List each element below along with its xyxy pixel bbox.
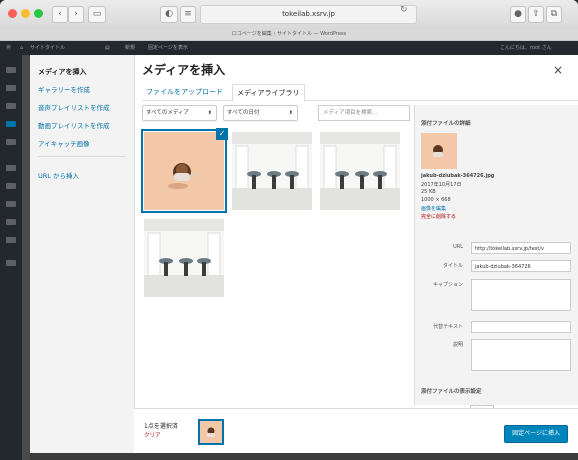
media-modal: メディアを挿入 ギャラリーを作成 音声プレイリストを作成 動画プレイリストを作成…	[30, 55, 578, 454]
zoom-window-icon[interactable]	[34, 9, 43, 18]
title-label: タイトル	[442, 263, 463, 269]
stools-image	[320, 132, 400, 210]
media-sidenav: メディアを挿入 ギャラリーを作成 音声プレイリストを作成 動画プレイリストを作成…	[30, 55, 135, 453]
forward-icon[interactable]: ›	[68, 6, 84, 23]
nav-heading-insert-media[interactable]: メディアを挿入	[38, 67, 87, 77]
appearance-icon[interactable]	[6, 165, 16, 171]
menu-icon[interactable]: ≡	[180, 6, 196, 23]
nav-create-gallery[interactable]: ギャラリーを作成	[38, 84, 90, 94]
clear-selection-link[interactable]: クリア	[144, 431, 161, 439]
details-dimensions: 1000 × 668	[421, 197, 451, 203]
browser-toolbar: ‹ › ▭ ◐ ≡ tokeilab.xsrv.jp ↻ ● ⇪ ⧉	[0, 0, 578, 30]
dashboard-icon[interactable]	[6, 67, 16, 73]
modal-title: メディアを挿入	[142, 63, 226, 77]
reload-icon[interactable]: ↻	[400, 5, 408, 15]
attachment-thumbnail-stools-1[interactable]	[232, 132, 312, 210]
media-search-input[interactable]: メディア項目を検索...	[318, 105, 410, 121]
home-icon[interactable]: ⌂	[20, 41, 23, 55]
posts-icon[interactable]	[6, 85, 16, 91]
wp-admin-bar: Ⓦ ⌂ サイトタイトル ▤ 新規 固定ページを表示 こんにちは、root さん	[0, 41, 578, 55]
address-bar[interactable]: tokeilab.xsrv.jp	[200, 5, 417, 24]
privacy-icon[interactable]: ◐	[160, 6, 178, 23]
comments-menu-icon[interactable]	[6, 139, 16, 145]
nav-divider	[38, 156, 126, 157]
edit-image-link[interactable]: 画像を編集	[421, 205, 446, 212]
pages-icon[interactable]	[6, 121, 16, 127]
admin-greeting[interactable]: こんにちは、root さん	[500, 41, 552, 55]
page-tab-title: ロコページを編集 ‹ サイトタイトル — WordPress	[0, 29, 578, 41]
selected-check-icon[interactable]: ✓	[216, 128, 228, 140]
url-label: URL	[453, 244, 463, 250]
tab-library[interactable]: メディアライブラリ	[232, 84, 305, 102]
users-icon[interactable]	[6, 201, 16, 207]
media-icon[interactable]	[6, 103, 16, 109]
delete-permanently-link[interactable]: 完全に削除する	[421, 213, 456, 220]
coffee-cup-image	[144, 132, 224, 210]
filter-date[interactable]: すべての日付 ⬍	[223, 105, 298, 121]
admin-new[interactable]: 新規	[125, 41, 135, 55]
chevron-down-icon: ⬍	[288, 110, 293, 116]
admin-site-name[interactable]: サイトタイトル	[30, 41, 65, 55]
comments-icon[interactable]: ▤	[105, 41, 110, 55]
stools-image	[144, 219, 224, 297]
collapse-menu-icon[interactable]	[6, 260, 16, 266]
editor-background	[30, 453, 578, 460]
details-thumbnail	[421, 133, 457, 169]
wp-admin-menu	[0, 55, 22, 460]
stools-image	[232, 132, 312, 210]
filter-media-type[interactable]: すべてのメディア ⬍	[142, 105, 217, 121]
filter-date-value: すべての日付	[227, 110, 260, 116]
attachment-details: 添付ファイルの詳細 jakub-dziubak-364726.jpg 2017年…	[414, 105, 578, 405]
browser-window: ‹ › ▭ ◐ ≡ tokeilab.xsrv.jp ↻ ● ⇪ ⧉ ロコページ…	[0, 0, 578, 460]
media-toolbar-footer: 1点を選択済 クリア 固定ページに挿入	[134, 408, 578, 454]
alt-text-field[interactable]	[471, 321, 571, 333]
close-icon[interactable]: ×	[553, 63, 563, 77]
alt-text-label: 代替テキスト	[433, 324, 463, 330]
insert-into-page-button[interactable]: 固定ページに挿入	[504, 425, 568, 443]
coffee-cup-image	[421, 133, 457, 169]
media-tabs: ファイルをアップロード メディアライブラリ	[142, 84, 578, 102]
details-heading: 添付ファイルの詳細	[421, 121, 471, 127]
display-settings-heading: 添付ファイルの表示設定	[421, 389, 482, 395]
caption-label: キャプション	[432, 282, 463, 288]
filter-media-type-value: すべてのメディア	[146, 110, 190, 116]
description-label: 説明	[452, 342, 463, 348]
sidebar-icon[interactable]: ▭	[88, 6, 106, 23]
attachment-thumbnail-coffee[interactable]	[141, 129, 227, 213]
tabs-icon[interactable]: ⧉	[546, 6, 562, 23]
selected-thumbnail[interactable]	[198, 419, 224, 445]
admin-view-page[interactable]: 固定ページを表示	[148, 41, 188, 55]
extension-icon[interactable]: ●	[510, 6, 526, 23]
back-icon[interactable]: ‹	[52, 6, 68, 23]
attachment-thumbnail-stools-2[interactable]	[320, 132, 400, 210]
description-field[interactable]	[471, 339, 571, 371]
settings-icon[interactable]	[6, 237, 16, 243]
details-date: 2017年10月17日	[421, 182, 462, 188]
minimize-window-icon[interactable]	[21, 9, 30, 18]
close-window-icon[interactable]	[8, 9, 17, 18]
nav-video-playlist[interactable]: 動画プレイリストを作成	[38, 120, 110, 130]
nav-insert-from-url[interactable]: URL から挿入	[38, 170, 79, 180]
tools-icon[interactable]	[6, 219, 16, 225]
chevron-down-icon: ⬍	[207, 110, 212, 116]
details-filename: jakub-dziubak-364726.jpg	[421, 173, 495, 179]
title-field[interactable]: jakub-dziubak-364726	[471, 260, 571, 272]
details-size: 25 KB	[421, 189, 436, 195]
selection-count: 1点を選択済	[144, 423, 178, 430]
url-field[interactable]: http://tokeilab.xsrv.jp/test/v	[471, 242, 571, 254]
coffee-cup-image	[200, 421, 222, 443]
share-icon[interactable]: ⇪	[528, 6, 544, 23]
tab-upload[interactable]: ファイルをアップロード	[142, 86, 227, 100]
attachment-thumbnail-stools-3[interactable]	[144, 219, 224, 297]
nav-audio-playlist[interactable]: 音声プレイリストを作成	[38, 102, 110, 112]
plugins-icon[interactable]	[6, 183, 16, 189]
wp-logo-icon[interactable]: Ⓦ	[6, 41, 11, 55]
nav-featured-image[interactable]: アイキャッチ画像	[38, 138, 90, 148]
caption-field[interactable]	[471, 279, 571, 311]
